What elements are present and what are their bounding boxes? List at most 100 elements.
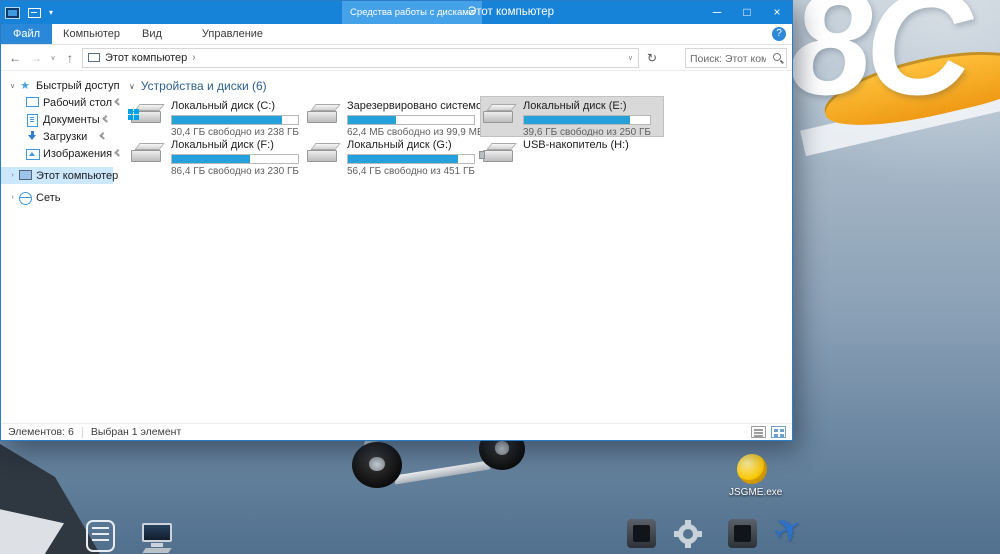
help-button[interactable]: ?: [772, 27, 786, 41]
pin-icon: [100, 115, 109, 124]
desktop-icon: [25, 96, 39, 109]
desktop-icon-computer[interactable]: [140, 523, 174, 553]
gear-tooth: [685, 542, 691, 548]
group-header-label: Устройства и диски (6): [140, 79, 267, 93]
ribbon-tab-row: Файл Компьютер Вид Управление ?: [1, 24, 792, 45]
quick-access-toolbar: ▾: [1, 1, 53, 24]
gear-tooth: [674, 531, 680, 537]
up-button[interactable]: ↑: [61, 51, 79, 65]
qat-customize-icon[interactable]: ▾: [49, 1, 53, 24]
address-bar[interactable]: Этот компьютер › ∨: [82, 47, 639, 68]
pin-icon: [112, 98, 121, 107]
large-icons-view-button[interactable]: [771, 426, 786, 438]
file-list-pane: ∨ Устройства и диски (6) Локальный диск …: [113, 71, 792, 423]
drive-tile-e[interactable]: Локальный диск (E:) 39,6 ГБ свободно из …: [480, 96, 664, 138]
desktop-icon-label: JSGME.exe: [729, 487, 783, 498]
monitor-stand: [151, 543, 163, 547]
expand-chevron-icon[interactable]: ›: [7, 194, 18, 201]
collapse-chevron-icon[interactable]: ∨: [129, 82, 135, 91]
desktop-icon-notes[interactable]: [86, 520, 115, 552]
computer-icon: [18, 169, 32, 182]
status-bar: Элементов: 6 Выбран 1 элемент: [1, 423, 792, 440]
desktop-icon-dcs[interactable]: [627, 519, 656, 548]
title-bar: ▾ Средства работы с дисками Этот компьют…: [1, 1, 792, 24]
network-icon: [18, 191, 32, 205]
hard-drive-icon: [131, 141, 165, 165]
desktop-icon-flight-sim[interactable]: ✈: [766, 506, 810, 554]
document-icon: [25, 113, 39, 127]
drive-tile-g[interactable]: Локальный диск (G:) 56,4 ГБ свободно из …: [305, 136, 481, 177]
sidebar-item-label: Быстрый доступ: [36, 79, 120, 92]
drive-name: Локальный диск (G:): [347, 139, 452, 151]
minimize-button[interactable]: ─: [702, 1, 732, 24]
wallpaper-gear-axle: [393, 460, 491, 485]
contextual-tab-drive-tools[interactable]: Средства работы с дисками: [342, 1, 483, 24]
status-separator: [81, 426, 83, 438]
desktop-icon-jsgme[interactable]: JSGME.exe: [729, 454, 783, 498]
sidebar-item-label: Изображения: [43, 147, 113, 160]
back-button[interactable]: ←: [6, 51, 24, 65]
capacity-bar: [347, 154, 475, 164]
keyboard-icon: [142, 548, 172, 553]
quick-access-star-icon: ★: [20, 79, 30, 92]
sidebar-item-desktop[interactable]: Рабочий стол: [1, 94, 113, 111]
hard-drive-icon: [307, 141, 341, 165]
download-icon: [25, 130, 39, 143]
breadcrumb[interactable]: Этот компьютер: [105, 52, 187, 64]
hard-drive-icon: [307, 102, 341, 126]
sidebar-item-label: Документы: [43, 113, 100, 126]
drive-tile-d[interactable]: Зарезервировано системой (D:) 62,4 МБ св…: [305, 97, 510, 138]
sidebar-item-downloads[interactable]: Загрузки: [1, 128, 113, 145]
maximize-button[interactable]: □: [732, 1, 762, 24]
address-dropdown-icon[interactable]: ∨: [628, 54, 633, 62]
drive-tile-f[interactable]: Локальный диск (F:) 86,4 ГБ свободно из …: [129, 136, 305, 177]
pictures-icon: [25, 148, 40, 160]
desktop-icon-settings[interactable]: [674, 520, 702, 548]
view-toggles: [751, 426, 786, 438]
search-input[interactable]: [686, 49, 770, 68]
window-main: ∨ ★ Быстрый доступ Рабочий стол Документ…: [1, 71, 792, 423]
sidebar-item-pictures[interactable]: Изображения: [1, 145, 113, 162]
monitor-icon: [142, 523, 172, 542]
forward-button[interactable]: →: [27, 51, 45, 65]
sidebar-item-quick-access[interactable]: ∨ ★ Быстрый доступ: [1, 77, 120, 94]
details-view-button[interactable]: [751, 426, 766, 438]
desktop-icon-dcs[interactable]: [728, 519, 757, 548]
refresh-button[interactable]: ↻: [642, 51, 662, 65]
capacity-bar: [171, 154, 299, 164]
tab-manage[interactable]: Управление: [191, 24, 274, 44]
selection-status: Выбран 1 элемент: [90, 426, 182, 438]
window-title: Этот компьютер: [468, 6, 554, 18]
search-box[interactable]: [685, 47, 787, 68]
sidebar-item-label: Рабочий стол: [43, 96, 113, 109]
drive-grid: Локальный диск (C:) 30,4 ГБ свободно из …: [128, 96, 792, 177]
drive-tile-c[interactable]: Локальный диск (C:) 30,4 ГБ свободно из …: [128, 97, 305, 138]
close-button[interactable]: ×: [762, 1, 792, 24]
breadcrumb-chevron-icon[interactable]: ›: [192, 52, 195, 63]
tab-computer[interactable]: Компьютер: [52, 24, 131, 44]
expand-chevron-icon[interactable]: ∨: [7, 82, 18, 90]
recent-locations-dropdown-icon[interactable]: ∨: [48, 54, 58, 62]
group-header-devices-and-drives[interactable]: ∨ Устройства и диски (6): [129, 79, 792, 93]
sidebar-item-label: Загрузки: [43, 130, 88, 143]
pin-icon: [112, 149, 121, 158]
pin-icon: [97, 132, 106, 141]
sidebar-item-this-pc[interactable]: › Этот компьютер: [1, 167, 118, 184]
items-count: Элементов: 6: [8, 426, 74, 438]
tab-file[interactable]: Файл: [1, 24, 53, 44]
tab-view[interactable]: Вид: [131, 24, 173, 44]
jsgme-icon: [737, 454, 767, 484]
sidebar-item-label: Этот компьютер: [36, 169, 119, 182]
drive-tile-h[interactable]: USB-накопитель (H:): [479, 136, 663, 175]
expand-chevron-icon[interactable]: ›: [7, 172, 18, 179]
capacity-bar: [171, 115, 299, 125]
wallpaper-registration-text: 8C: [790, 0, 972, 126]
drive-free-space: 86,4 ГБ свободно из 230 ГБ: [171, 166, 299, 177]
sidebar-item-network[interactable]: › Сеть: [1, 189, 113, 206]
qat-properties-icon[interactable]: [28, 7, 41, 18]
navigation-pane: ∨ ★ Быстрый доступ Рабочий стол Документ…: [1, 71, 120, 423]
gear-icon: [678, 524, 698, 544]
drive-name: Зарезервировано системой (D:): [347, 100, 510, 112]
sidebar-item-documents[interactable]: Документы: [1, 111, 113, 128]
usb-drive-icon: [479, 141, 517, 165]
